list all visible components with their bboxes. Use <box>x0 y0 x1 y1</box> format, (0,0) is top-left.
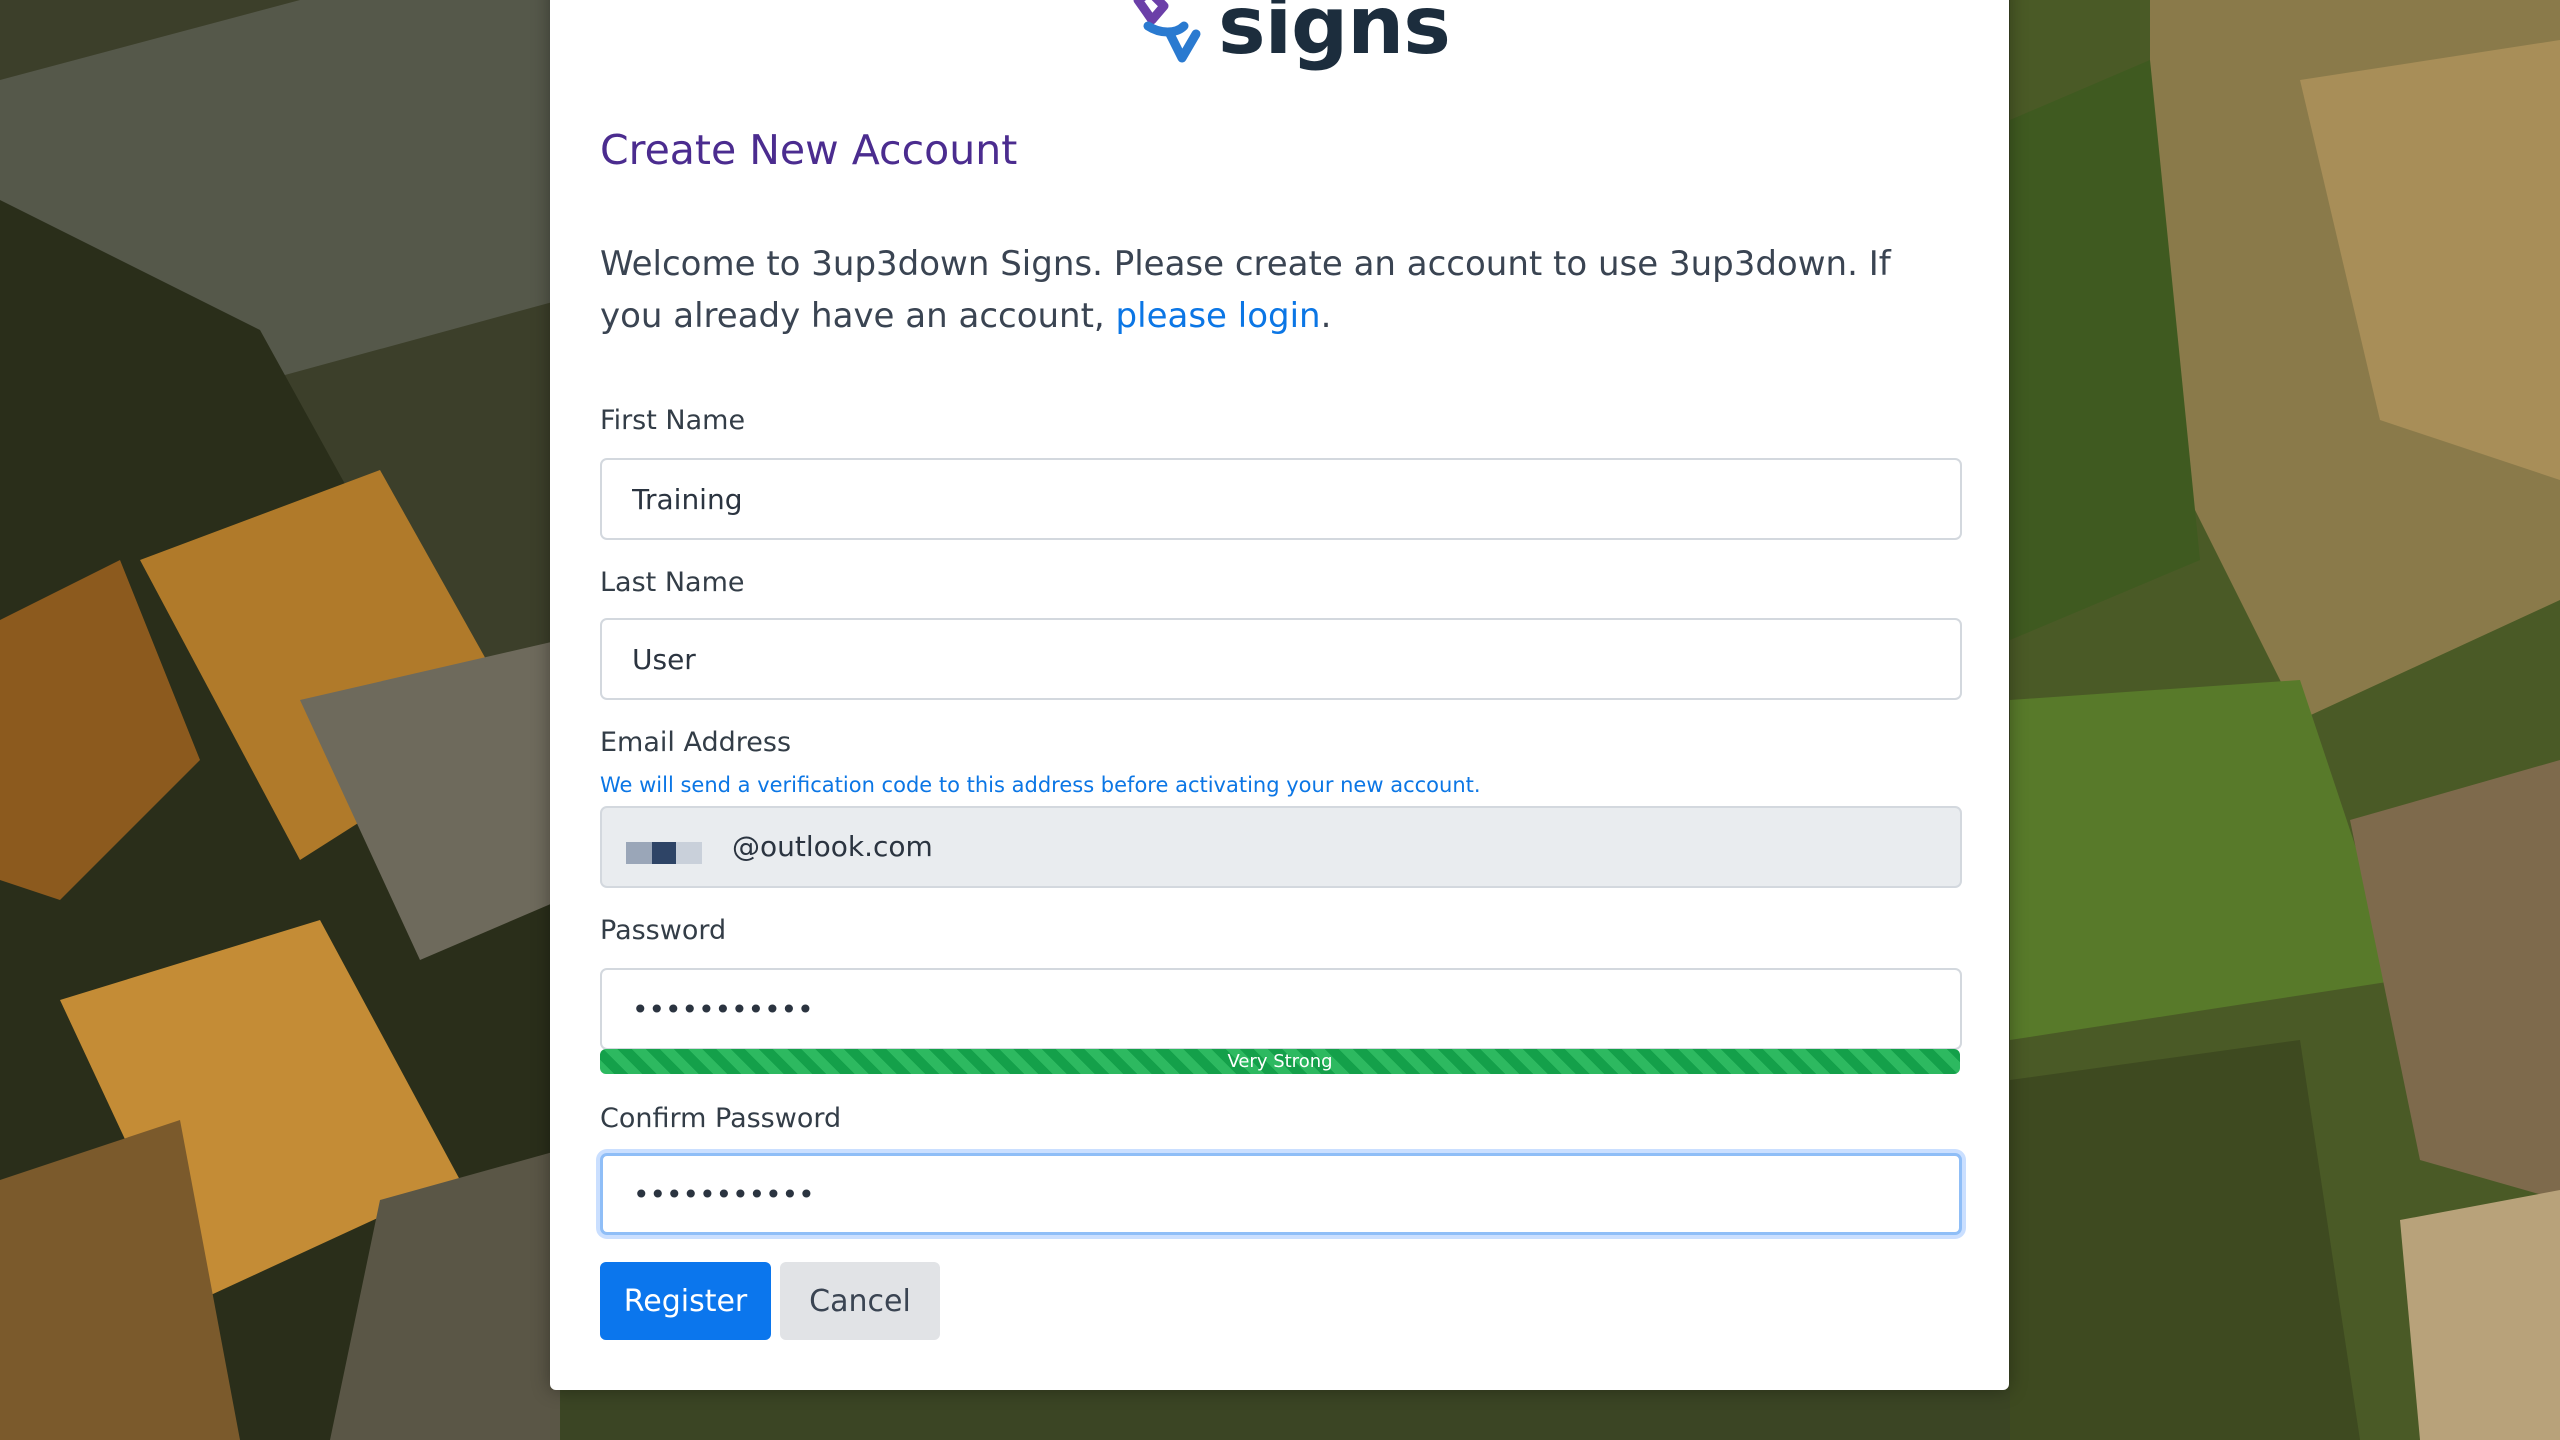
first-name-field-wrapper <box>600 458 1962 540</box>
email-help-text: We will send a verification code to this… <box>600 773 1481 797</box>
password-strength-label: Very Strong <box>1227 1051 1333 1072</box>
email-domain: @outlook.com <box>732 830 933 863</box>
confirm-password-label: Confirm Password <box>600 1103 842 1134</box>
last-name-field-wrapper <box>600 618 1962 700</box>
cancel-button[interactable]: Cancel <box>780 1262 940 1340</box>
password-label: Password <box>600 915 727 946</box>
last-name-input[interactable] <box>602 620 1932 698</box>
first-name-label: First Name <box>600 405 746 436</box>
confirm-password-field-wrapper <box>600 1153 1962 1235</box>
last-name-label: Last Name <box>600 567 745 598</box>
page-title: Create New Account <box>600 126 1018 174</box>
email-input[interactable]: @outlook.com <box>600 806 1962 888</box>
brand-logo-text: signs <box>1218 0 1451 72</box>
password-strength-bar: Very Strong <box>600 1049 1960 1074</box>
redacted-email-user <box>626 842 702 864</box>
password-field-wrapper <box>600 968 1962 1050</box>
login-link[interactable]: please login <box>1116 296 1321 336</box>
intro-end: . <box>1320 296 1332 336</box>
confirm-password-input[interactable] <box>603 1156 1933 1232</box>
email-label: Email Address <box>600 727 792 758</box>
password-input[interactable] <box>602 970 1932 1048</box>
first-name-input[interactable] <box>602 460 1932 538</box>
register-button[interactable]: Register <box>600 1262 771 1340</box>
intro-text: Welcome to 3up3down Signs. Please create… <box>600 238 1960 342</box>
